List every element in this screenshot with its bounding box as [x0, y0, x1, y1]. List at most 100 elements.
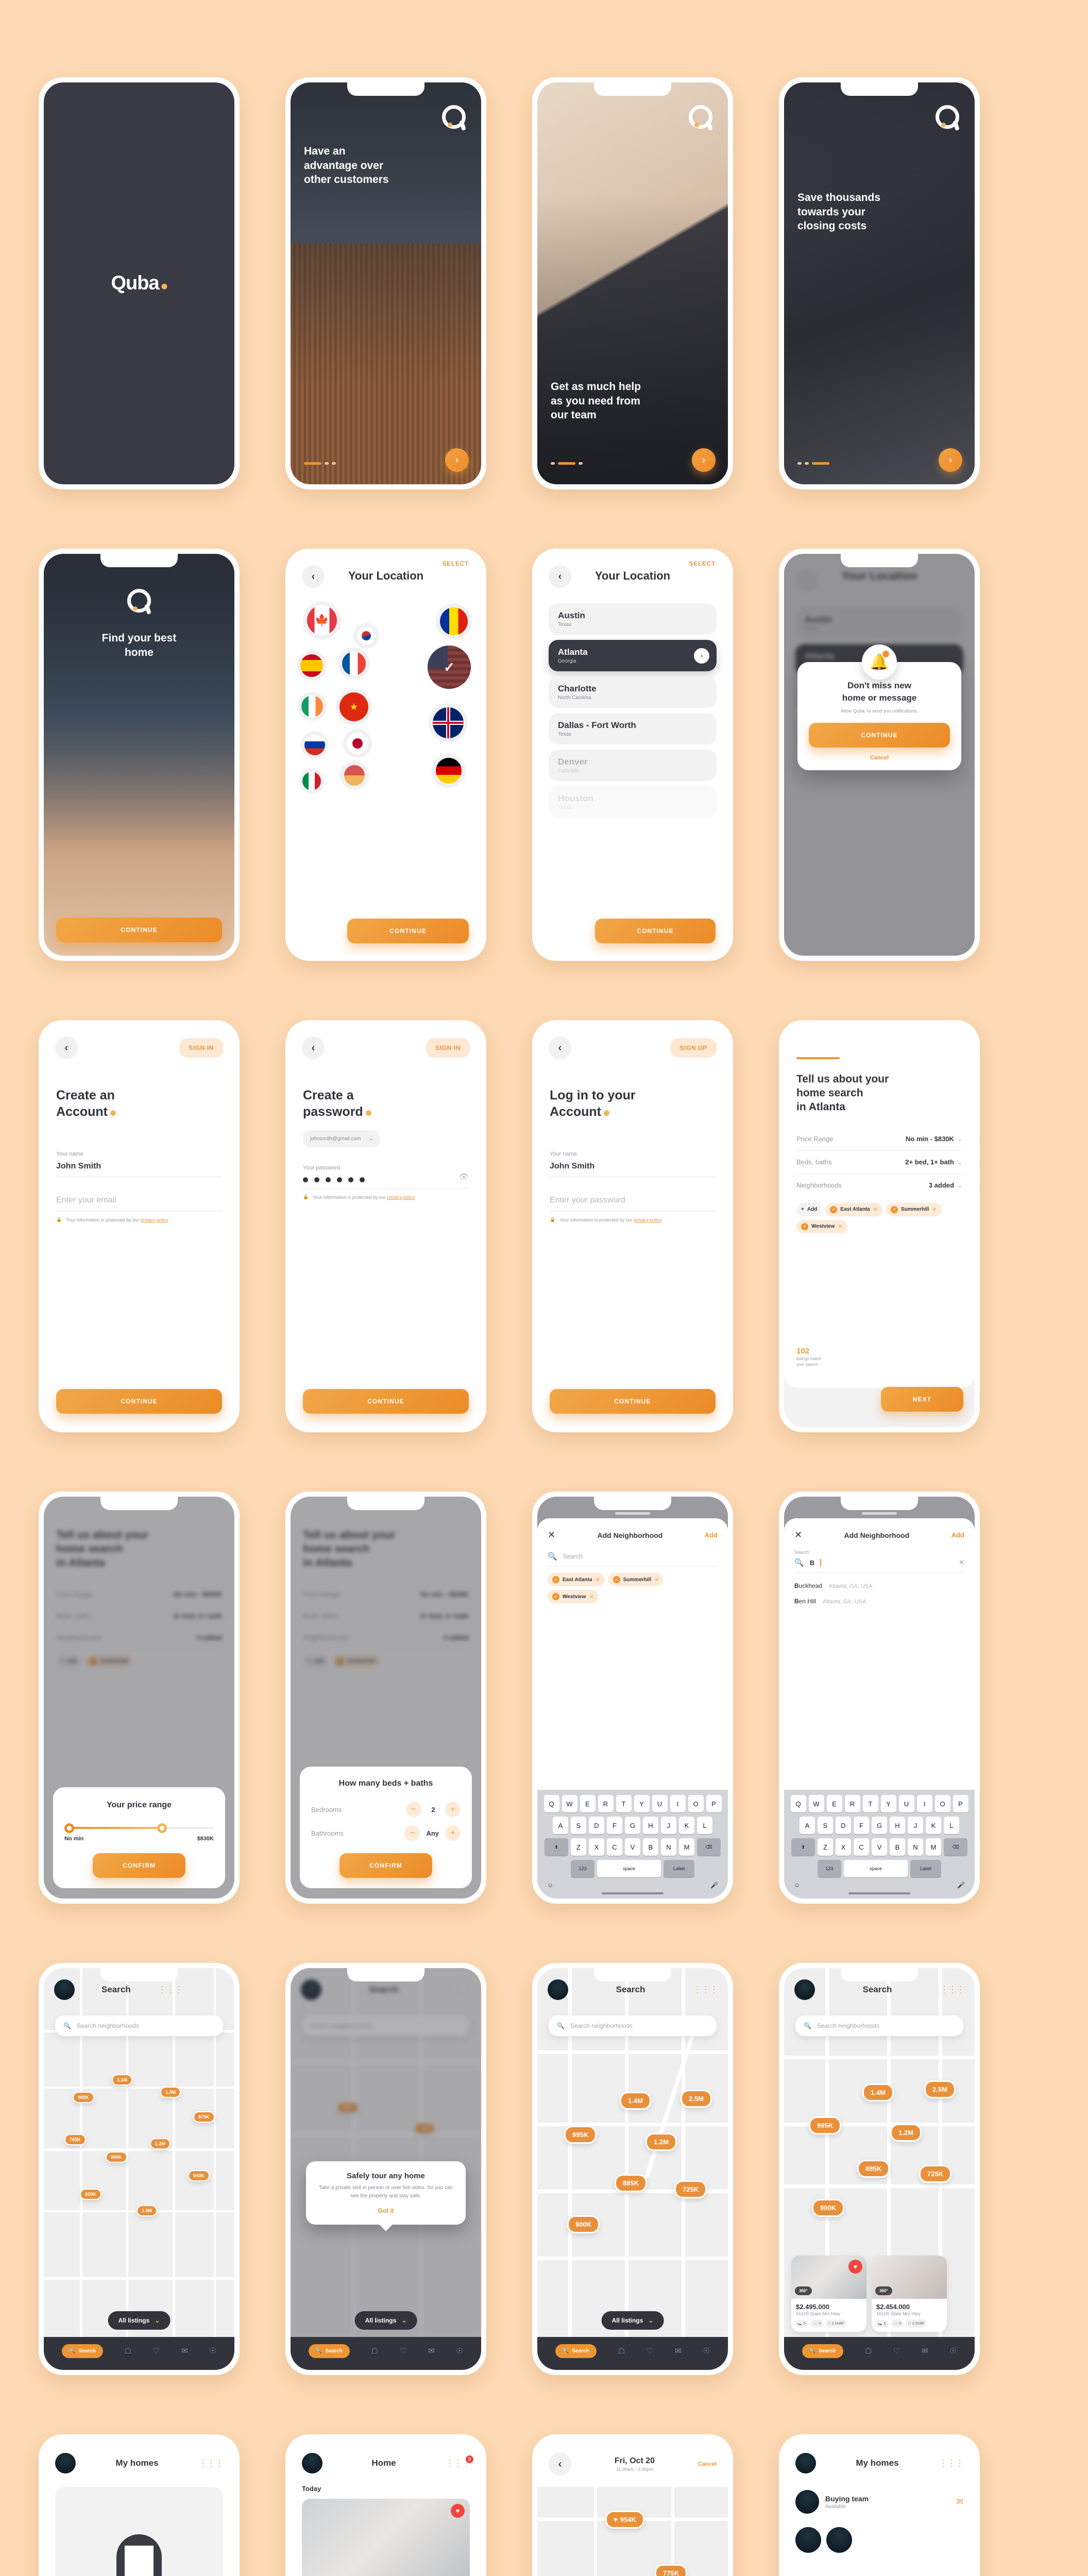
- chip-westview[interactable]: ✓ Westview ✕: [796, 1219, 847, 1233]
- key-e[interactable]: E: [826, 1795, 842, 1812]
- flag-germany[interactable]: [432, 754, 466, 788]
- increment-button[interactable]: +: [445, 1802, 461, 1817]
- key-m[interactable]: M: [926, 1838, 941, 1856]
- back-button[interactable]: ‹: [549, 565, 571, 588]
- result-ben-hill[interactable]: Ben Hill Atlanta, GA, USA: [794, 1597, 964, 1606]
- key-f[interactable]: F: [854, 1817, 869, 1834]
- tab-home-icon[interactable]: ☖: [125, 2346, 131, 2355]
- next-arrow-button[interactable]: ›: [939, 448, 962, 472]
- tab-profile-icon[interactable]: ☉: [703, 2346, 710, 2355]
- key-p[interactable]: P: [706, 1795, 722, 1812]
- continue-button[interactable]: CONTINUE: [595, 919, 716, 943]
- key-z[interactable]: Z: [571, 1838, 586, 1856]
- space-key[interactable]: space: [597, 1860, 661, 1877]
- space-key[interactable]: space: [844, 1860, 908, 1877]
- flag-italy[interactable]: [299, 768, 325, 794]
- back-button[interactable]: ‹: [302, 565, 325, 588]
- map-pin-price[interactable]: 900K: [567, 2215, 600, 2233]
- key-y[interactable]: Y: [634, 1795, 650, 1812]
- key-m[interactable]: M: [679, 1838, 694, 1856]
- flag-russia[interactable]: [301, 731, 329, 759]
- add-button[interactable]: Add: [705, 1531, 718, 1539]
- tab-profile-icon[interactable]: ☉: [456, 2346, 463, 2355]
- tab-messages-icon[interactable]: ✉: [428, 2346, 435, 2355]
- city-item-dallas[interactable]: Dallas - Fort Worth Texas: [549, 713, 717, 744]
- password-input[interactable]: Enter your password: [550, 1196, 716, 1205]
- key-g[interactable]: G: [872, 1817, 887, 1834]
- numeric-key[interactable]: 123: [818, 1860, 841, 1877]
- favorite-icon[interactable]: ♥: [848, 2260, 862, 2274]
- modal-cancel-button[interactable]: Cancel: [809, 755, 950, 761]
- flag-romania[interactable]: [436, 603, 472, 639]
- search-input[interactable]: Search: [563, 1553, 583, 1560]
- favorite-icon[interactable]: ♥: [451, 2504, 465, 2518]
- key-u[interactable]: U: [652, 1795, 668, 1812]
- backspace-key[interactable]: ⌫: [944, 1838, 967, 1856]
- map-pin-price[interactable]: 1.4M: [620, 2092, 651, 2110]
- key-t[interactable]: T: [616, 1795, 632, 1812]
- key-t[interactable]: T: [862, 1795, 878, 1812]
- avatar[interactable]: [548, 1979, 568, 2000]
- key-k[interactable]: K: [679, 1817, 694, 1834]
- key-r[interactable]: R: [844, 1795, 860, 1812]
- avatar[interactable]: [54, 1979, 75, 2000]
- avatar[interactable]: [302, 2453, 322, 2473]
- chip-westview[interactable]: ✓ Westview ✕: [548, 1590, 599, 1603]
- map-pin-price[interactable]: 2.5M: [681, 2090, 712, 2108]
- continue-button[interactable]: CONTINUE: [303, 1389, 469, 1414]
- map-pin-price[interactable]: 1.2M: [890, 2124, 922, 2142]
- remove-icon[interactable]: ✕: [838, 1223, 842, 1230]
- key-x[interactable]: X: [589, 1838, 604, 1856]
- privacy-policy-link[interactable]: privacy policy: [387, 1195, 415, 1200]
- flag-spain[interactable]: [297, 651, 327, 681]
- tab-favorites-icon[interactable]: ♡: [647, 2346, 653, 2355]
- got-it-button[interactable]: Got it: [315, 2207, 456, 2214]
- map-pin[interactable]: 1.2M: [150, 2138, 171, 2149]
- search-input[interactable]: Search neighborhoods: [570, 2022, 633, 2029]
- map-pin-price[interactable]: 1.4M: [862, 2083, 894, 2102]
- city-item-denver[interactable]: Denver Colorado: [549, 750, 717, 781]
- listing-carousel[interactable]: ♥ 360° $2.495.000 16109 State Mm Hwy 🛌 5 …: [791, 2256, 975, 2332]
- filter-row-neighborhoods[interactable]: Neighborhoods 3 added ⌄: [796, 1174, 962, 1197]
- key-h[interactable]: H: [643, 1817, 658, 1834]
- filter-row-price[interactable]: Price Range No min - $830K ⌄: [796, 1128, 962, 1151]
- remove-icon[interactable]: ✕: [873, 1206, 878, 1213]
- flag-extra[interactable]: [340, 761, 369, 790]
- map-pin-price[interactable]: 725K: [919, 2165, 952, 2183]
- tab-profile-icon[interactable]: ☉: [210, 2346, 216, 2355]
- password-input[interactable]: [303, 1177, 365, 1182]
- chip-summerhill[interactable]: ✓ Summerhill ✕: [608, 1573, 664, 1586]
- key-q[interactable]: Q: [543, 1795, 559, 1812]
- back-button[interactable]: ‹: [302, 1037, 325, 1059]
- key-y[interactable]: Y: [880, 1795, 896, 1812]
- tab-profile-icon[interactable]: ☉: [950, 2346, 957, 2355]
- map-pin-price[interactable]: 775K: [655, 2564, 688, 2576]
- remove-icon[interactable]: ✕: [654, 1577, 659, 1583]
- tab-favorites-icon[interactable]: ♡: [400, 2346, 406, 2355]
- next-button[interactable]: NEXT: [881, 1387, 963, 1412]
- tab-home-icon[interactable]: ☖: [371, 2346, 378, 2355]
- tab-search[interactable]: 🔍 Search: [61, 2344, 103, 2358]
- sign-up-button[interactable]: SIGN UP: [670, 1038, 717, 1058]
- filter-row-beds[interactable]: Beds, baths 2+ bed, 1+ bath ⌄: [796, 1151, 962, 1174]
- slider-handle-max[interactable]: [157, 1823, 167, 1833]
- key-a[interactable]: A: [800, 1817, 815, 1834]
- key-w[interactable]: W: [562, 1795, 577, 1812]
- eye-icon[interactable]: 👁: [459, 1172, 469, 1181]
- key-l[interactable]: L: [944, 1817, 959, 1834]
- sign-in-button[interactable]: SIGN IN: [426, 1038, 470, 1058]
- microphone-icon[interactable]: 🎤: [710, 1882, 718, 1889]
- map-canvas[interactable]: [537, 2487, 728, 2576]
- search-field[interactable]: 🔍 B ✕: [794, 1558, 964, 1573]
- flag-france[interactable]: [338, 648, 370, 680]
- continue-button[interactable]: CONTINUE: [56, 918, 222, 942]
- tab-messages-icon[interactable]: ✉: [922, 2346, 928, 2355]
- search-input[interactable]: Search neighborhoods: [817, 2022, 879, 2029]
- map-pin[interactable]: 1.5M: [137, 2205, 158, 2216]
- key-z[interactable]: Z: [818, 1838, 833, 1856]
- return-key[interactable]: Label: [910, 1860, 941, 1877]
- search-input[interactable]: B: [810, 1559, 814, 1567]
- name-input[interactable]: John Smith: [550, 1162, 716, 1171]
- map-pin[interactable]: 1.1M: [112, 2074, 133, 2086]
- microphone-icon[interactable]: 🎤: [957, 1882, 965, 1889]
